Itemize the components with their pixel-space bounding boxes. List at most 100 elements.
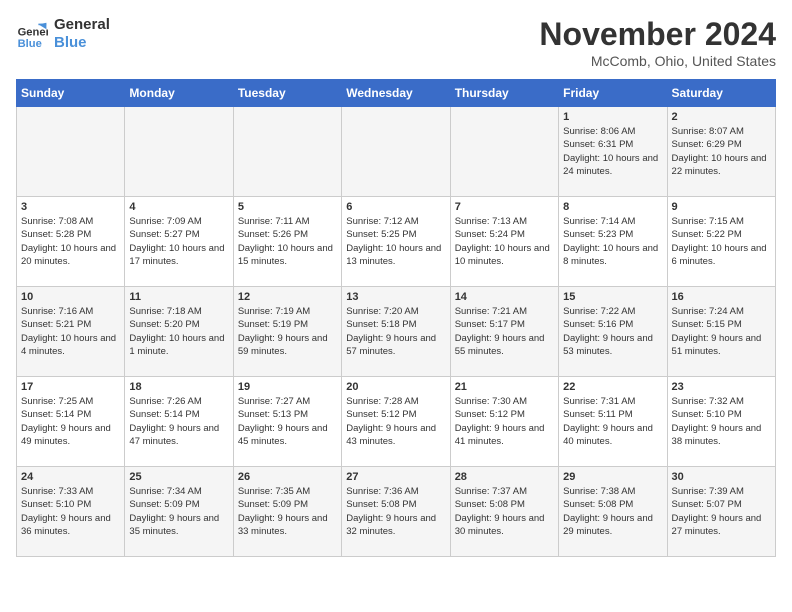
day-number: 6 xyxy=(346,201,445,213)
calendar-cell: 24Sunrise: 7:33 AM Sunset: 5:10 PM Dayli… xyxy=(17,467,125,557)
calendar-cell: 10 Sunrise: 7:16 AM Sunset: 5:21 PM Dayli… xyxy=(17,287,125,377)
header: General Blue General Blue November 2024 … xyxy=(16,16,776,69)
day-number: 22 xyxy=(563,381,662,393)
day-number: 16 xyxy=(672,291,771,303)
day-number: 23 xyxy=(672,381,771,393)
day-info: Sunrise: 7:14 AM Sunset: 5:23 PM Dayligh… xyxy=(563,215,662,268)
calendar-cell: 15 Sunrise: 7:22 AM Sunset: 5:16 PM Dayli… xyxy=(559,287,667,377)
header-day-friday: Friday xyxy=(559,80,667,107)
day-number: 28 xyxy=(455,471,554,483)
day-number: 17 xyxy=(21,381,120,393)
calendar-cell: 5 Sunrise: 7:11 AM Sunset: 5:26 PM Daylig… xyxy=(233,197,341,287)
header-day-wednesday: Wednesday xyxy=(342,80,450,107)
day-number: 9 xyxy=(672,201,771,213)
calendar-cell: 22 Sunrise: 7:31 AM Sunset: 5:11 PM Dayli… xyxy=(559,377,667,467)
day-info: Sunrise: 7:39 AM Sunset: 5:07 PM Dayligh… xyxy=(672,485,771,538)
calendar-cell: 20 Sunrise: 7:28 AM Sunset: 5:12 PM Dayli… xyxy=(342,377,450,467)
calendar-cell: 3 Sunrise: 7:08 AM Sunset: 5:28 PM Daylig… xyxy=(17,197,125,287)
day-number: 20 xyxy=(346,381,445,393)
logo-general: General xyxy=(54,16,110,34)
day-number: 21 xyxy=(455,381,554,393)
header-day-sunday: Sunday xyxy=(17,80,125,107)
day-info: Sunrise: 7:28 AM Sunset: 5:12 PM Dayligh… xyxy=(346,395,445,448)
calendar-cell: 23 Sunrise: 7:32 AM Sunset: 5:10 PM Dayli… xyxy=(667,377,775,467)
day-info: Sunrise: 7:22 AM Sunset: 5:16 PM Dayligh… xyxy=(563,305,662,358)
day-info: Sunrise: 7:11 AM Sunset: 5:26 PM Dayligh… xyxy=(238,215,337,268)
calendar-cell: 18 Sunrise: 7:26 AM Sunset: 5:14 PM Dayli… xyxy=(125,377,233,467)
day-number: 30 xyxy=(672,471,771,483)
day-number: 26 xyxy=(238,471,337,483)
day-info: Sunrise: 7:16 AM Sunset: 5:21 PM Dayligh… xyxy=(21,305,120,358)
day-info: Sunrise: 7:34 AM Sunset: 5:09 PM Dayligh… xyxy=(129,485,228,538)
day-number: 15 xyxy=(563,291,662,303)
calendar-cell: 28 Sunrise: 7:37 AM Sunset: 5:08 PM Dayli… xyxy=(450,467,558,557)
svg-text:General: General xyxy=(18,27,48,39)
calendar-cell: 14Sunrise: 7:21 AM Sunset: 5:17 PM Dayli… xyxy=(450,287,558,377)
calendar-cell: 9Sunrise: 7:15 AM Sunset: 5:22 PM Daylig… xyxy=(667,197,775,287)
day-number: 2 xyxy=(672,111,771,123)
header-day-thursday: Thursday xyxy=(450,80,558,107)
day-number: 11 xyxy=(129,291,228,303)
day-number: 13 xyxy=(346,291,445,303)
calendar-cell xyxy=(233,107,341,197)
week-row-3: 10 Sunrise: 7:16 AM Sunset: 5:21 PM Dayli… xyxy=(17,287,776,377)
header-day-tuesday: Tuesday xyxy=(233,80,341,107)
calendar-cell: 6Sunrise: 7:12 AM Sunset: 5:25 PM Daylig… xyxy=(342,197,450,287)
title-area: November 2024 McComb, Ohio, United State… xyxy=(539,16,776,69)
day-number: 4 xyxy=(129,201,228,213)
day-info: Sunrise: 7:37 AM Sunset: 5:08 PM Dayligh… xyxy=(455,485,554,538)
calendar-cell: 17 Sunrise: 7:25 AM Sunset: 5:14 PM Dayli… xyxy=(17,377,125,467)
calendar-cell xyxy=(125,107,233,197)
day-info: Sunrise: 7:35 AM Sunset: 5:09 PM Dayligh… xyxy=(238,485,337,538)
day-number: 24 xyxy=(21,471,120,483)
day-number: 12 xyxy=(238,291,337,303)
logo: General Blue General Blue xyxy=(16,16,110,52)
day-number: 1 xyxy=(563,111,662,123)
svg-text:Blue: Blue xyxy=(18,38,42,50)
header-row: SundayMondayTuesdayWednesdayThursdayFrid… xyxy=(17,80,776,107)
week-row-4: 17 Sunrise: 7:25 AM Sunset: 5:14 PM Dayli… xyxy=(17,377,776,467)
day-number: 8 xyxy=(563,201,662,213)
calendar-cell: 26 Sunrise: 7:35 AM Sunset: 5:09 PM Dayli… xyxy=(233,467,341,557)
calendar-cell: 1 Sunrise: 8:06 AM Sunset: 6:31 PM Daylig… xyxy=(559,107,667,197)
day-number: 14 xyxy=(455,291,554,303)
day-info: Sunrise: 7:31 AM Sunset: 5:11 PM Dayligh… xyxy=(563,395,662,448)
day-info: Sunrise: 7:20 AM Sunset: 5:18 PM Dayligh… xyxy=(346,305,445,358)
calendar-cell xyxy=(342,107,450,197)
week-row-1: 1 Sunrise: 8:06 AM Sunset: 6:31 PM Daylig… xyxy=(17,107,776,197)
logo-blue: Blue xyxy=(54,34,110,52)
header-day-saturday: Saturday xyxy=(667,80,775,107)
calendar-table: SundayMondayTuesdayWednesdayThursdayFrid… xyxy=(16,79,776,557)
day-info: Sunrise: 8:06 AM Sunset: 6:31 PM Dayligh… xyxy=(563,125,662,178)
calendar-cell xyxy=(450,107,558,197)
week-row-2: 3 Sunrise: 7:08 AM Sunset: 5:28 PM Daylig… xyxy=(17,197,776,287)
day-info: Sunrise: 7:08 AM Sunset: 5:28 PM Dayligh… xyxy=(21,215,120,268)
day-number: 10 xyxy=(21,291,120,303)
day-info: Sunrise: 7:18 AM Sunset: 5:20 PM Dayligh… xyxy=(129,305,228,358)
day-info: Sunrise: 7:32 AM Sunset: 5:10 PM Dayligh… xyxy=(672,395,771,448)
calendar-cell: 25Sunrise: 7:34 AM Sunset: 5:09 PM Dayli… xyxy=(125,467,233,557)
logo-icon: General Blue xyxy=(16,18,48,50)
header-day-monday: Monday xyxy=(125,80,233,107)
day-number: 3 xyxy=(21,201,120,213)
week-row-5: 24Sunrise: 7:33 AM Sunset: 5:10 PM Dayli… xyxy=(17,467,776,557)
day-info: Sunrise: 7:25 AM Sunset: 5:14 PM Dayligh… xyxy=(21,395,120,448)
day-info: Sunrise: 8:07 AM Sunset: 6:29 PM Dayligh… xyxy=(672,125,771,178)
calendar-cell: 27Sunrise: 7:36 AM Sunset: 5:08 PM Dayli… xyxy=(342,467,450,557)
calendar-cell: 2 Sunrise: 8:07 AM Sunset: 6:29 PM Daylig… xyxy=(667,107,775,197)
calendar-cell: 19Sunrise: 7:27 AM Sunset: 5:13 PM Dayli… xyxy=(233,377,341,467)
day-info: Sunrise: 7:26 AM Sunset: 5:14 PM Dayligh… xyxy=(129,395,228,448)
calendar-cell: 16 Sunrise: 7:24 AM Sunset: 5:15 PM Dayli… xyxy=(667,287,775,377)
day-info: Sunrise: 7:30 AM Sunset: 5:12 PM Dayligh… xyxy=(455,395,554,448)
day-info: Sunrise: 7:27 AM Sunset: 5:13 PM Dayligh… xyxy=(238,395,337,448)
calendar-cell: 30 Sunrise: 7:39 AM Sunset: 5:07 PM Dayli… xyxy=(667,467,775,557)
day-number: 5 xyxy=(238,201,337,213)
day-number: 29 xyxy=(563,471,662,483)
day-info: Sunrise: 7:24 AM Sunset: 5:15 PM Dayligh… xyxy=(672,305,771,358)
day-number: 27 xyxy=(346,471,445,483)
day-info: Sunrise: 7:09 AM Sunset: 5:27 PM Dayligh… xyxy=(129,215,228,268)
day-info: Sunrise: 7:19 AM Sunset: 5:19 PM Dayligh… xyxy=(238,305,337,358)
day-info: Sunrise: 7:38 AM Sunset: 5:08 PM Dayligh… xyxy=(563,485,662,538)
calendar-cell: 21 Sunrise: 7:30 AM Sunset: 5:12 PM Dayli… xyxy=(450,377,558,467)
day-number: 18 xyxy=(129,381,228,393)
